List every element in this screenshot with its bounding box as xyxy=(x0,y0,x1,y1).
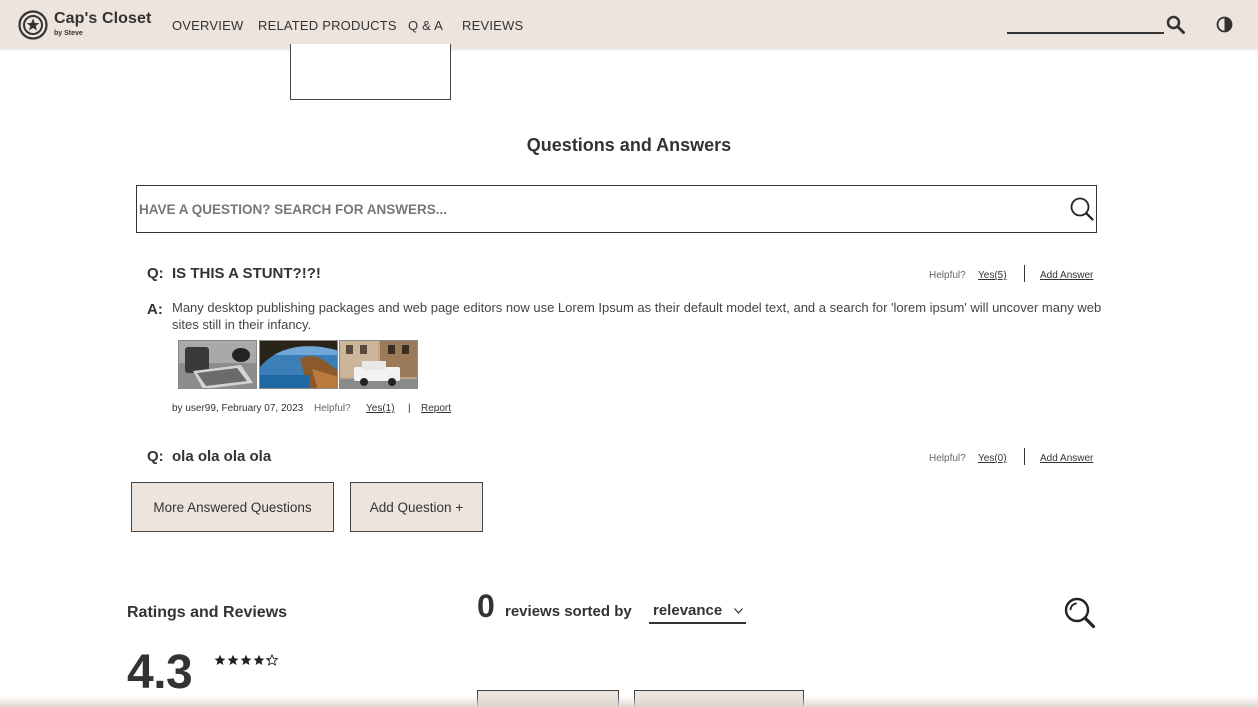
answer-helpful-label: Helpful? xyxy=(313,403,351,414)
question-helpful-label: Helpful? xyxy=(929,453,966,464)
question-text: ola ola ola ola xyxy=(172,448,272,465)
navbar: Cap's Closet by Steve OVERVIEW RELATED P… xyxy=(0,0,1258,49)
star-rating xyxy=(214,654,279,666)
answer-meta: by user99, February 07, 2023 Helpful? xyxy=(172,403,351,414)
average-rating: 4.3 xyxy=(127,646,193,699)
divider xyxy=(1024,265,1025,282)
search-icon[interactable] xyxy=(1166,15,1185,34)
brand-subtitle: by Steve xyxy=(54,30,83,37)
reviews-sorted-label: reviews sorted by xyxy=(505,603,632,620)
bottom-edge-shadow xyxy=(0,696,1258,707)
sort-select-value: relevance xyxy=(653,602,723,619)
question-prefix: Q: xyxy=(147,448,164,465)
question-helpful-label: Helpful? xyxy=(929,270,966,281)
search-icon[interactable] xyxy=(1070,197,1094,221)
qa-section-title: Questions and Answers xyxy=(526,135,732,155)
add-question-button[interactable]: Add Question + xyxy=(350,482,483,532)
more-answered-questions-button[interactable]: More Answered Questions xyxy=(131,482,334,532)
chevron-down-icon xyxy=(734,608,743,614)
star-icon xyxy=(240,654,252,665)
review-count: 0 xyxy=(477,588,495,624)
question-text: IS THIS A STUNT?!?! xyxy=(172,265,321,282)
question-helpful-yes[interactable]: Yes(5) xyxy=(978,270,1007,281)
answer-helpful-yes[interactable]: Yes(1) xyxy=(366,403,395,414)
add-answer-link[interactable]: Add Answer xyxy=(1040,453,1093,464)
brand-name[interactable]: Cap's Closet xyxy=(54,10,151,28)
star-icon xyxy=(265,654,279,666)
search-icon[interactable] xyxy=(1064,597,1096,629)
answer-photo-coast[interactable] xyxy=(259,340,338,389)
answer-photo-laptop[interactable] xyxy=(178,340,257,389)
nav-link-related-products[interactable]: RELATED PRODUCTS xyxy=(258,18,397,33)
ratings-section-title: Ratings and Reviews xyxy=(127,604,288,621)
divider: | xyxy=(408,403,411,414)
qa-search-box xyxy=(136,185,1097,233)
nav-link-qa[interactable]: Q & A xyxy=(408,18,443,33)
question-prefix: Q: xyxy=(147,265,164,282)
answer-text: Many desktop publishing packages and web… xyxy=(172,300,1102,332)
logo-star-icon[interactable] xyxy=(18,10,48,40)
question-helpful-yes[interactable]: Yes(0) xyxy=(978,453,1007,464)
nav-link-overview[interactable]: OVERVIEW xyxy=(172,18,243,33)
qa-search-input[interactable] xyxy=(139,196,1059,222)
star-icon xyxy=(227,654,239,665)
star-icon xyxy=(214,654,226,665)
moon-icon[interactable] xyxy=(1216,16,1233,33)
sort-select[interactable]: relevance xyxy=(649,601,746,624)
add-answer-link[interactable]: Add Answer xyxy=(1040,270,1093,281)
answer-report-link[interactable]: Report xyxy=(421,403,451,414)
answer-photo-jeep[interactable] xyxy=(339,340,418,389)
product-image-frame xyxy=(290,44,451,100)
nav-search-input[interactable] xyxy=(1007,32,1164,34)
divider xyxy=(1024,448,1025,465)
nav-link-reviews[interactable]: REVIEWS xyxy=(462,18,523,33)
answer-prefix: A: xyxy=(147,301,163,318)
answer-author-date: by user99, February 07, 2023 xyxy=(172,403,304,414)
star-icon xyxy=(253,654,265,665)
